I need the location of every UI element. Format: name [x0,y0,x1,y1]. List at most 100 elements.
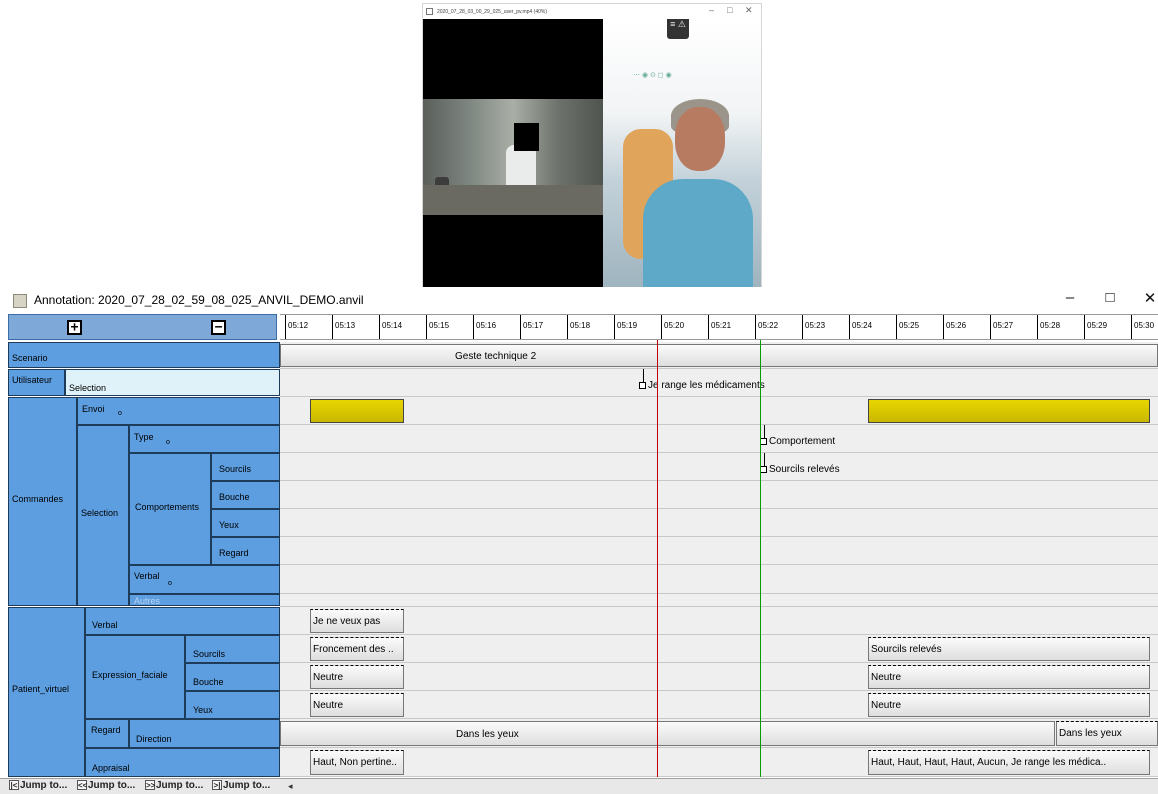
annotation-segment[interactable]: Sourcils relevés [868,637,1150,661]
track-ef-yeux[interactable]: Yeux [185,691,280,719]
annotation-marker[interactable]: Sourcils relevés [760,464,840,475]
lane-ef-yeux[interactable]: Neutre Neutre [280,691,1158,719]
annotation-segment[interactable] [310,399,404,423]
jump-back-button[interactable]: <<Jump to... [77,780,135,793]
lane-bouche[interactable] [280,481,1158,509]
annotation-segment[interactable]: Haut, Haut, Haut, Haut, Aucun, Je range … [868,750,1150,775]
time-tick: 05:22 [755,315,778,339]
track-direction[interactable]: Direction [129,719,280,748]
track-label-envoi: Envoi [82,404,105,414]
annotation-segment[interactable]: Froncement des .. [310,637,404,661]
lane-verbal[interactable] [280,565,1158,594]
lane-ef-sourcils[interactable]: Froncement des .. Sourcils relevés [280,635,1158,663]
annotation-segment[interactable]: Neutre [868,665,1150,689]
track-yeux[interactable]: Yeux [211,509,280,537]
track-appraisal[interactable]: Appraisal [85,748,280,777]
group-utilisateur[interactable]: Utilisateur [8,369,65,396]
track-utilisateur-selection[interactable]: Selection [65,369,280,396]
track-scenario[interactable]: Scenario [8,342,280,368]
track-label-regard: Regard [219,548,249,558]
annotation-titlebar: Annotation: 2020_07_28_02_59_08_025_ANVI… [0,288,1158,313]
track-label-bouche: Bouche [219,492,250,502]
annotation-segment[interactable]: Je ne veux pas [310,609,404,633]
video-restore-button[interactable]: □ [727,5,732,15]
lane-yeux[interactable] [280,509,1158,537]
type-attr: o [166,439,170,446]
lane-direction[interactable]: Dans les yeux Dans les yeux [280,719,1158,748]
group-pv-regard[interactable]: Regard [85,719,129,748]
track-verbal[interactable]: Verbal o [129,565,280,594]
time-tick: 05:20 [661,315,684,339]
playback-cursor-green[interactable] [760,340,761,777]
track-ef-sourcils[interactable]: Sourcils [185,635,280,663]
track-label-direction: Direction [136,734,172,744]
lane-pv-verbal[interactable]: Je ne veux pas [280,607,1158,635]
hud-status-icons: ⋯ ◉ ⊙ ◻ ◉ [633,72,672,79]
group-patient-virtuel[interactable]: Patient_virtuel [8,607,85,777]
close-button[interactable]: ✕ [1130,289,1158,307]
annotation-text: Neutre [313,672,344,683]
track-sourcils[interactable]: Sourcils [211,453,280,481]
collapse-all-button[interactable]: − [211,320,226,335]
time-tick: 05:30 [1131,315,1154,339]
playback-cursor-red[interactable] [657,340,658,777]
annotation-segment[interactable]: Dans les yeux [1056,721,1158,746]
annotation-text: Haut, Haut, Haut, Haut, Aucun, Je range … [871,757,1107,768]
track-label-verbal: Verbal [134,571,160,581]
video-minimize-button[interactable]: – [709,5,714,15]
track-bouche[interactable]: Bouche [211,481,280,509]
group-selection[interactable]: Selection [77,425,129,606]
time-tick: 05:13 [332,315,355,339]
jump-start-button[interactable]: |< Jump to... [9,780,67,793]
annotation-segment[interactable]: Neutre [868,693,1150,717]
lane-autres[interactable] [280,594,1158,607]
track-ef-bouche[interactable]: Bouche [185,663,280,691]
annotation-segment[interactable]: Haut, Non pertine.. [310,750,404,775]
minimize-button[interactable]: – [1050,289,1090,306]
lane-ef-bouche[interactable]: Neutre Neutre [280,663,1158,691]
annotation-segment[interactable]: Geste technique 2 [280,344,1158,367]
annotation-segment[interactable]: Dans les yeux [280,721,1055,746]
anvil-app-icon [13,294,27,308]
time-ruler[interactable]: 05:12 05:13 05:14 05:15 05:16 05:17 05:18 05:19… [280,314,1158,340]
annotation-marker[interactable]: Comportement [760,436,835,447]
time-tick: 05:26 [943,315,966,339]
expand-all-button[interactable]: + [67,320,82,335]
video-virtual-patient: ≡ ⚠ ⋯ ◉ ⊙ ◻ ◉ [603,19,761,287]
track-pv-verbal[interactable]: Verbal [85,607,280,635]
scroll-left-arrow-icon[interactable]: ◂ [288,781,293,792]
maximize-button[interactable]: □ [1090,289,1130,306]
jump-forward-button[interactable]: >>Jump to... [145,780,203,793]
jump-forward-label: Jump to... [156,780,204,791]
video-app-icon [426,8,433,15]
lane-scenario[interactable]: Geste technique 2 [280,342,1158,369]
track-label-scenario: Scenario [12,353,48,363]
track-envoi[interactable]: Envoi o [77,397,280,425]
video-user-camera [423,19,603,287]
marker-square-icon [639,382,646,389]
annotation-segment[interactable] [868,399,1150,423]
lane-envoi[interactable] [280,397,1158,425]
track-regard[interactable]: Regard [211,537,280,565]
group-label-selection: Selection [81,508,119,518]
window-title: Annotation: 2020_07_28_02_59_08_025_ANVI… [34,293,364,307]
group-expression-faciale[interactable]: Expression_faciale [85,635,185,719]
annotation-segment[interactable]: Neutre [310,665,404,689]
lane-regard[interactable] [280,537,1158,565]
video-close-button[interactable]: ✕ [745,5,753,16]
lane-type[interactable]: Comportement [280,425,1158,453]
lane-sourcils[interactable]: Sourcils relevés [280,453,1158,481]
time-tick: 05:21 [708,315,731,339]
track-type[interactable]: Type o [129,425,280,453]
track-autres[interactable]: Autres [129,594,280,606]
lane-utilisateur-selection[interactable]: Je range les médicaments [280,369,1158,397]
jump-end-button[interactable]: >| Jump to... [212,780,270,793]
time-tick: 05:25 [896,315,919,339]
group-label-utilisateur: Utilisateur [12,375,53,385]
lane-appraisal[interactable]: Haut, Non pertine.. Haut, Haut, Haut, Ha… [280,748,1158,777]
patient-figure [643,179,753,287]
group-commandes[interactable]: Commandes [8,397,77,606]
annotation-segment[interactable]: Neutre [310,693,404,717]
group-comportements[interactable]: Comportements [129,453,211,565]
track-label-yeux: Yeux [219,520,239,530]
